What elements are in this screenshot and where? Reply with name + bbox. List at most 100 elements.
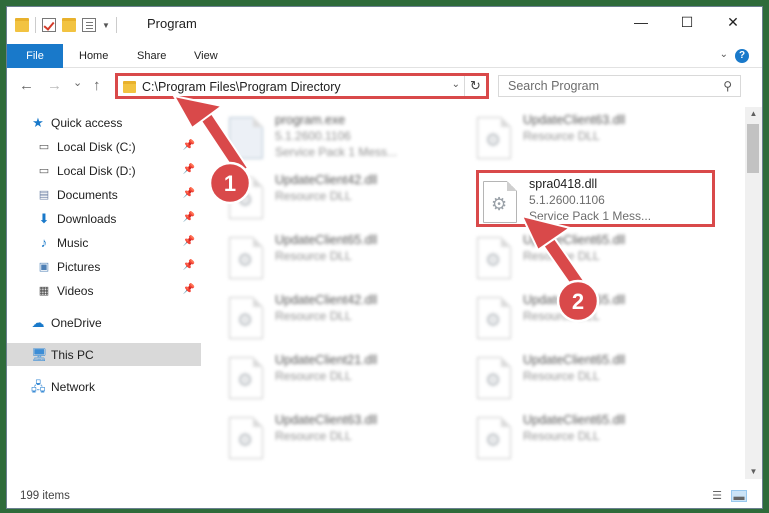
cloud-icon: ☁: [31, 314, 45, 330]
search-icon[interactable]: ⚲: [723, 79, 732, 93]
window-title: Program: [147, 16, 197, 31]
ribbon-tabs: File Home Share View: [7, 44, 762, 68]
quick-access-toolbar: ▼: [15, 17, 117, 33]
maximize-button[interactable]: ☐: [664, 7, 710, 37]
file-item[interactable]: ⚙ UpdateClient42.dll Resource DLL: [225, 291, 465, 347]
customize-toolbar-chevron-icon[interactable]: ▼: [102, 21, 110, 30]
tab-file[interactable]: File: [7, 44, 63, 68]
help-icon[interactable]: ?: [735, 49, 749, 63]
vertical-scrollbar[interactable]: ▲ ▼: [745, 107, 762, 479]
file-name: UpdateClient65.dll: [523, 353, 626, 367]
sidebar-item-label: Documents: [57, 187, 118, 202]
dll-file-icon: ⚙: [229, 357, 265, 401]
file-name: UpdateClient65.dll: [523, 233, 626, 247]
file-item-program-exe[interactable]: program.exe 5.1.2600.1106 Service Pack 1…: [225, 111, 465, 167]
sidebar-item-documents[interactable]: ▤ Documents 📌: [37, 183, 201, 206]
folder-icon: [15, 18, 29, 32]
sidebar-item-label: Local Disk (C:): [57, 139, 136, 154]
file-list: program.exe 5.1.2600.1106 Service Pack 1…: [225, 107, 740, 477]
sidebar-item-downloads[interactable]: ⬇ Downloads 📌: [37, 207, 201, 230]
file-item[interactable]: ⚙ UpdateClient65.dll Resource DLL: [225, 231, 465, 287]
sidebar-item-pictures[interactable]: ▣ Pictures 📌: [37, 255, 201, 278]
sidebar-item-label: Downloads: [57, 211, 117, 226]
title-bar: ▼ Program — ☐ ✕: [7, 7, 762, 41]
film-icon: ▦: [38, 284, 50, 297]
minimize-button[interactable]: —: [618, 7, 664, 37]
file-type: Resource DLL: [523, 249, 600, 263]
file-type: Resource DLL: [275, 429, 352, 443]
sidebar-item-label: Quick access: [51, 115, 123, 130]
pin-icon: 📌: [182, 188, 195, 199]
sidebar-item-label: Videos: [57, 283, 94, 298]
file-item[interactable]: ⚙ UpdateClient65.dll Resource DLL: [473, 411, 713, 467]
address-folder-icon: [123, 81, 136, 93]
file-type: Resource DLL: [275, 309, 352, 323]
file-item[interactable]: ⚙ UpdateClient65.dll Resource DLL: [473, 231, 713, 287]
file-item[interactable]: ⚙ UpdateClient63.dll Resource DLL: [473, 111, 713, 167]
dll-file-icon: ⚙: [229, 297, 265, 341]
dll-file-icon: ⚙: [477, 237, 513, 281]
sidebar-item-quick-access[interactable]: ★ Quick access: [31, 111, 225, 134]
search-input[interactable]: [499, 76, 709, 96]
new-folder-icon[interactable]: [62, 18, 76, 32]
toolbar-separator: [35, 17, 36, 33]
address-bar[interactable]: C:\Program Files\Program Directory ⌄ ↻: [115, 73, 489, 99]
address-dropdown-chevron-icon[interactable]: ⌄: [452, 79, 460, 90]
dll-file-icon: ⚙: [477, 417, 513, 461]
document-icon: ▤: [38, 188, 50, 201]
scroll-down-arrow-icon[interactable]: ▼: [745, 465, 762, 479]
pin-icon: 📌: [182, 140, 195, 151]
sidebar-item-label: Music: [57, 235, 89, 250]
picture-icon: ▣: [38, 260, 50, 273]
tab-share[interactable]: Share: [125, 44, 178, 68]
search-box[interactable]: ⚲: [498, 75, 741, 97]
sidebar-item-onedrive[interactable]: ☁ OneDrive: [31, 311, 201, 334]
star-icon: ★: [32, 114, 44, 130]
properties-check-icon[interactable]: [42, 18, 56, 32]
pin-icon: 📌: [182, 284, 195, 295]
tab-view[interactable]: View: [182, 44, 230, 68]
sidebar-item-label: This PC: [51, 347, 94, 362]
dll-file-icon: ⚙: [229, 417, 265, 461]
file-name: UpdateClient65.dll: [523, 293, 626, 307]
file-type: Resource DLL: [523, 369, 600, 383]
sidebar-item-local-disk-d[interactable]: ▭ Local Disk (D:) 📌: [37, 159, 201, 182]
sidebar-item-label: Pictures: [57, 259, 101, 274]
sidebar-item-network[interactable]: 🖧 Network: [31, 375, 201, 398]
computer-icon: 🖥: [31, 346, 48, 362]
tiles-view-icon[interactable]: ▬: [731, 490, 747, 503]
sidebar-item-music[interactable]: ♪ Music 📌: [37, 231, 201, 254]
file-item[interactable]: ⚙ UpdateClient65.dll Resource DLL: [473, 351, 713, 407]
address-path[interactable]: C:\Program Files\Program Directory: [142, 80, 341, 94]
forward-button[interactable]: →: [47, 77, 62, 94]
file-type: Resource DLL: [275, 369, 352, 383]
file-type: Resource DLL: [523, 309, 600, 323]
expand-ribbon-chevron-icon[interactable]: ⌄: [720, 49, 728, 60]
download-arrow-icon: ⬇: [38, 210, 50, 226]
up-button[interactable]: ↑: [93, 77, 101, 94]
tab-home[interactable]: Home: [67, 44, 120, 68]
recent-locations-chevron-icon[interactable]: ⌄: [73, 76, 82, 89]
sidebar-item-videos[interactable]: ▦ Videos 📌: [37, 279, 201, 302]
file-description: Service Pack 1 Mess...: [275, 145, 398, 159]
file-item[interactable]: ⚙ UpdateClient42.dll Resource DLL: [225, 171, 465, 227]
sidebar-item-this-pc[interactable]: 🖥 This PC: [7, 343, 201, 366]
file-item[interactable]: ⚙ UpdateClient63.dll Resource DLL: [225, 411, 465, 467]
close-button[interactable]: ✕: [710, 7, 756, 37]
file-type: Resource DLL: [523, 429, 600, 443]
scroll-up-arrow-icon[interactable]: ▲: [745, 107, 762, 121]
pin-icon: 📌: [182, 164, 195, 175]
refresh-icon[interactable]: ↻: [464, 76, 486, 96]
file-name: UpdateClient42.dll: [275, 293, 378, 307]
sidebar-item-local-disk-c[interactable]: ▭ Local Disk (C:) 📌: [37, 135, 201, 158]
file-item[interactable]: ⚙ UpdateClient21.dll Resource DLL: [225, 351, 465, 407]
rename-icon[interactable]: [82, 18, 96, 32]
details-view-icon[interactable]: ☰: [709, 490, 725, 502]
scroll-thumb[interactable]: [747, 124, 759, 173]
file-item[interactable]: ⚙ UpdateClient65.dll Resource DLL: [473, 291, 713, 347]
pin-icon: 📌: [182, 260, 195, 271]
file-name: program.exe: [275, 113, 346, 127]
drive-icon: ▭: [38, 140, 50, 153]
back-button[interactable]: ←: [19, 77, 34, 94]
file-type: Resource DLL: [275, 249, 352, 263]
